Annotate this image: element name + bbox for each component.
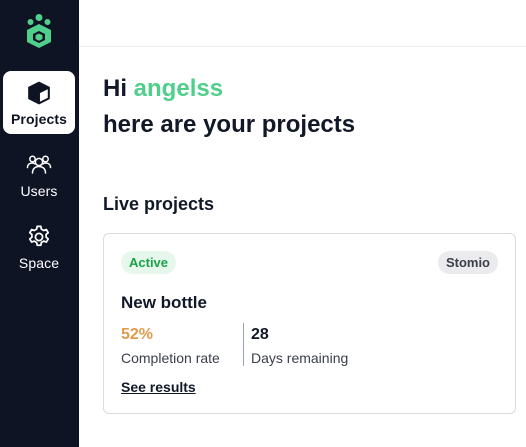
greeting-prefix: Hi <box>103 75 127 102</box>
completion-value: 52% <box>121 326 154 343</box>
project-card[interactable]: Active Stomio New bottle 52% Completion … <box>103 233 516 414</box>
sidebar-item-label: Projects <box>10 111 68 127</box>
days-stat: 28 Days remaining <box>251 324 348 368</box>
sidebar: Projects Users Space <box>0 0 79 447</box>
client-badge: Stomio <box>437 251 498 274</box>
sidebar-item-projects[interactable]: Projects <box>3 71 75 134</box>
days-value: 28 <box>251 326 269 343</box>
gear-icon <box>28 225 50 247</box>
sidebar-item-users[interactable]: Users <box>3 143 75 206</box>
section-title: Live projects <box>103 194 215 214</box>
user-name: angelss <box>133 75 224 102</box>
stat-divider <box>243 323 244 366</box>
sidebar-item-space[interactable]: Space <box>3 215 75 278</box>
users-icon <box>26 155 52 174</box>
cube-icon <box>28 81 50 105</box>
days-label: Days remaining <box>251 350 349 366</box>
logo-icon <box>27 14 51 48</box>
see-results-link[interactable]: See results <box>121 379 196 395</box>
status-badge: Active <box>121 251 177 274</box>
completion-label: Completion rate <box>121 350 220 366</box>
greeting: Hi angelss <box>103 74 223 104</box>
sidebar-item-label: Users <box>20 183 58 199</box>
sidebar-item-label: Space <box>18 255 60 271</box>
completion-stat: 52% Completion rate <box>121 324 220 368</box>
page-title: here are your projects <box>103 111 356 138</box>
top-bar <box>79 0 526 47</box>
project-name: New bottle <box>121 293 207 312</box>
